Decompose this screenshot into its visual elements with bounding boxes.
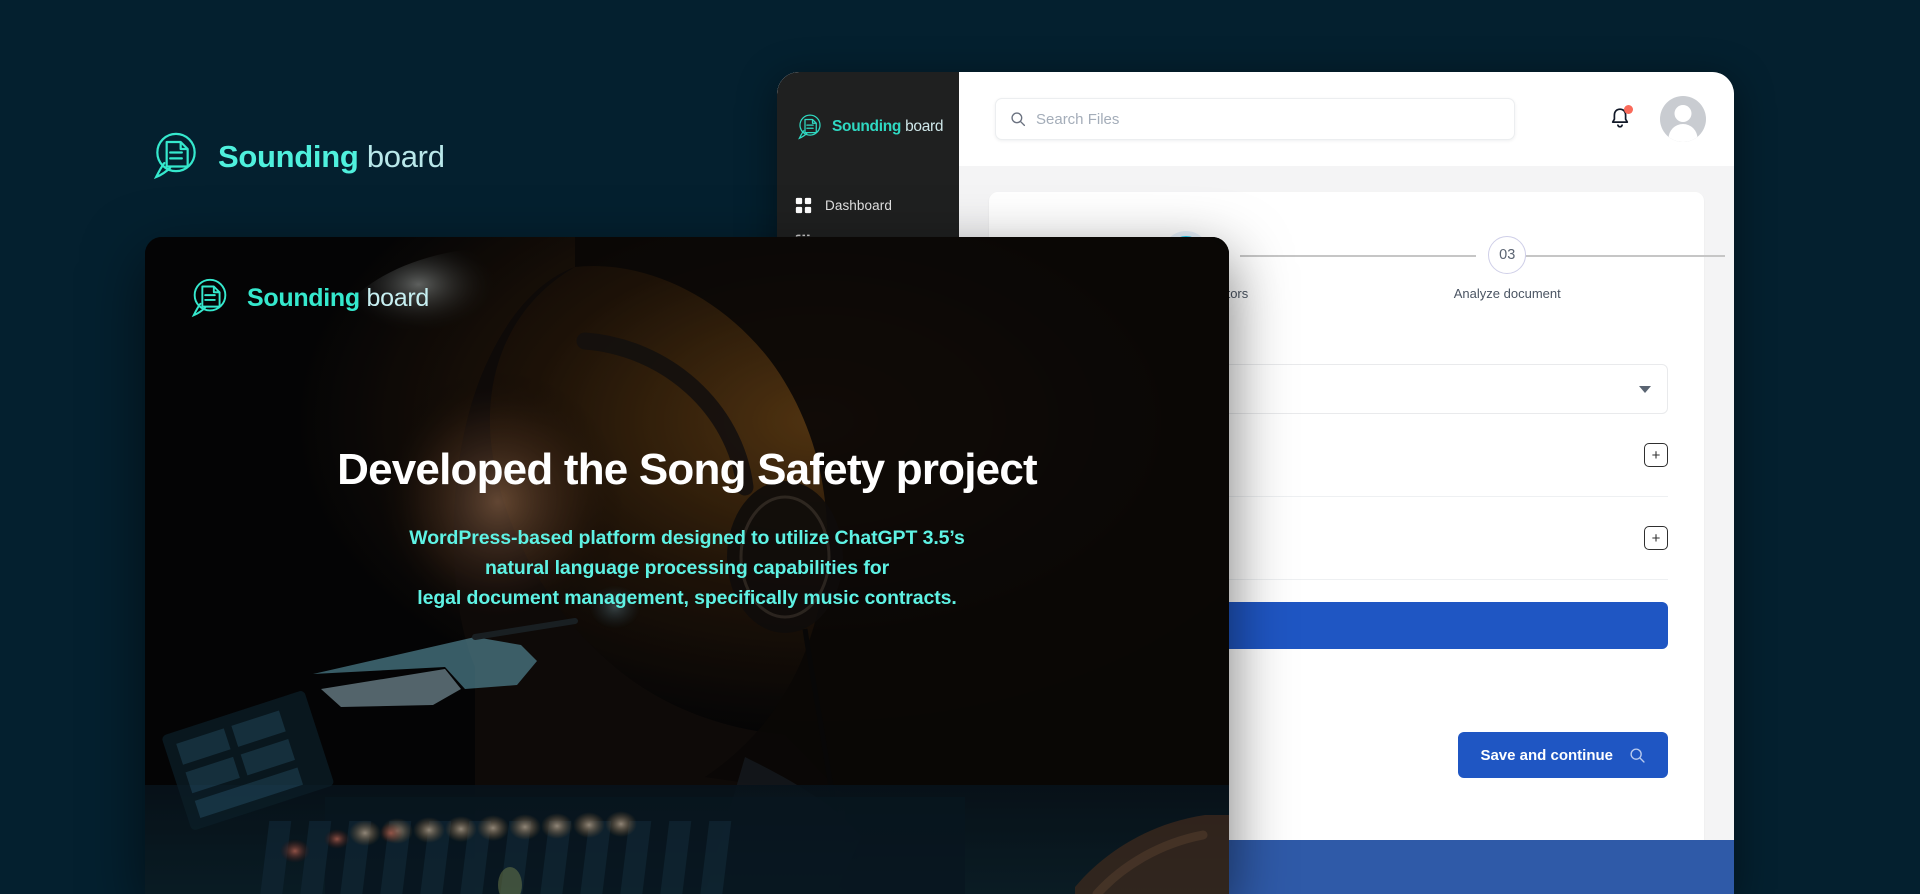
page-brand-text: Sounding board xyxy=(218,141,445,172)
avatar[interactable] xyxy=(1660,96,1706,142)
hero-brand-logo: Sounding board xyxy=(187,275,429,321)
notifications-button[interactable] xyxy=(1608,105,1633,132)
screenshot-stage: Sounding board Dashboard Search Files 03… xyxy=(0,0,1920,894)
sidebar-item-label: Dashboard xyxy=(825,198,892,213)
grid-icon xyxy=(795,197,812,214)
sidebar-brand-text: Sounding board xyxy=(832,118,944,136)
save-and-continue-label: Save and continue xyxy=(1480,746,1613,764)
hero-subtitle-line-2: natural language processing capabilities… xyxy=(484,557,890,580)
search-icon xyxy=(1630,747,1645,763)
brand-light: board xyxy=(905,118,944,136)
sounding-board-logo-icon xyxy=(191,278,227,318)
brand-bold: Sounding xyxy=(832,118,902,136)
add-collaborator-button-1[interactable]: + xyxy=(1644,443,1668,467)
dashboard-topbar: Search Files xyxy=(959,72,1734,166)
hero-copy: Developed the Song Safety project WordPr… xyxy=(145,445,1229,613)
sidebar-brand-logo[interactable]: Sounding board xyxy=(777,112,959,142)
hero-subtitle-line-1: WordPress-based platform designed to uti… xyxy=(409,527,965,550)
search-placeholder-text: Search Files xyxy=(1036,110,1120,128)
brand-light: board xyxy=(366,138,445,174)
notification-badge-dot xyxy=(1624,105,1633,114)
continue-row: Save and continue xyxy=(1458,732,1668,778)
sidebar-item-dashboard[interactable]: Dashboard xyxy=(777,188,959,223)
add-collaborator-button-2[interactable]: + xyxy=(1644,526,1668,550)
step-03-label: Analyze document xyxy=(1453,286,1561,301)
search-icon xyxy=(1011,112,1026,127)
sounding-board-logo-icon xyxy=(798,114,821,140)
hero-brand-text: Sounding board xyxy=(247,283,430,312)
step-03[interactable]: 03 Analyze document xyxy=(1347,236,1669,301)
topbar-actions xyxy=(1608,96,1706,142)
step-03-number: 03 xyxy=(1488,236,1527,274)
save-and-continue-button[interactable]: Save and continue xyxy=(1458,732,1668,778)
brand-bold: Sounding xyxy=(218,138,359,174)
page-brand-logo: Sounding board xyxy=(148,128,445,184)
chevron-down-icon xyxy=(1639,385,1651,393)
hero-subtitle: WordPress-based platform designed to uti… xyxy=(185,524,1189,613)
brand-bold: Sounding xyxy=(247,283,360,312)
hero-subtitle-line-3: legal document management, specifically … xyxy=(417,586,957,609)
hero-card: Sounding board Developed the Song Safety… xyxy=(145,237,1229,894)
brand-light: board xyxy=(366,283,430,312)
sounding-board-logo-icon xyxy=(153,132,196,180)
hero-title: Developed the Song Safety project xyxy=(337,445,1038,494)
search-input[interactable]: Search Files xyxy=(995,98,1515,140)
